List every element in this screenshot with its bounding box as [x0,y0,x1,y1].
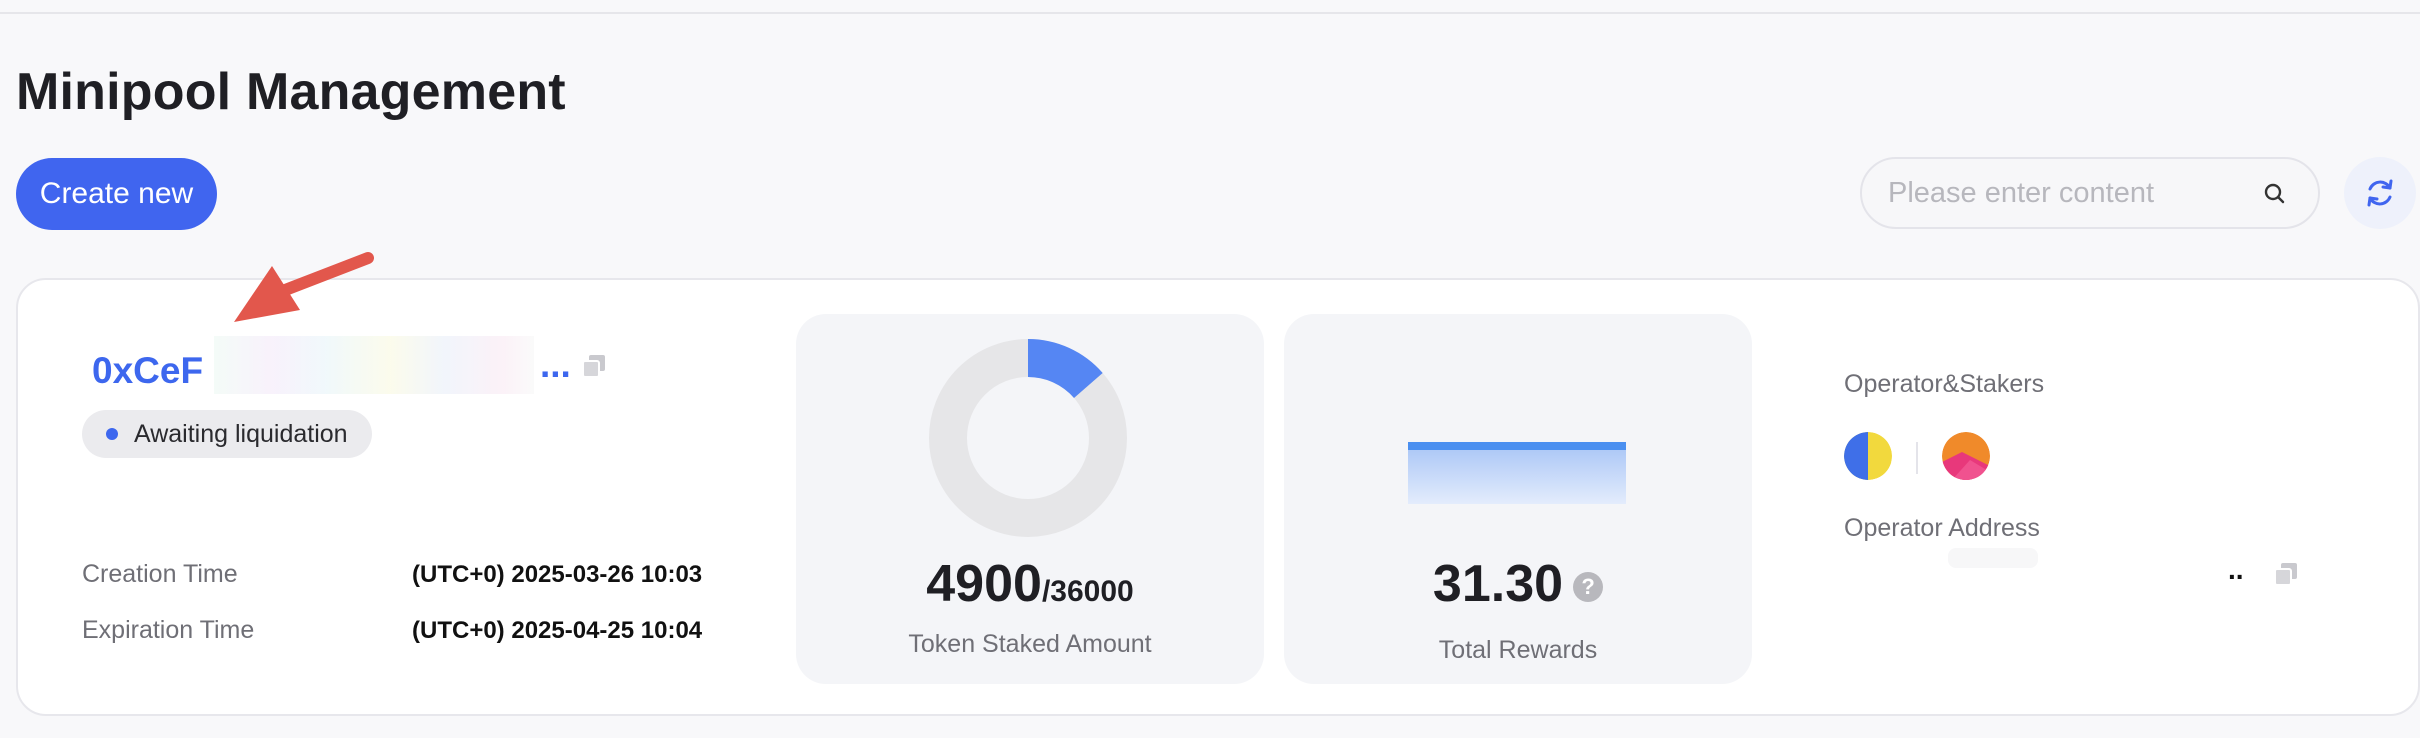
minipool-address[interactable]: 0xCeF [92,350,203,392]
operator-stakers-label: Operator&Stakers [1844,370,2045,398]
operator-address-ellipsis[interactable]: .. [2228,554,2244,586]
staked-amount-value: 4900 [926,555,1042,613]
operator-copy-icon[interactable] [2272,560,2300,588]
staked-label: Token Staked Amount [908,630,1152,658]
status-dot [106,428,118,440]
copy-icon[interactable] [580,352,608,380]
refresh-icon [2367,179,2393,207]
address-redaction [214,336,534,394]
creation-time-label: Creation Time [82,560,238,588]
staked-panel: 4900/36000 Token Staked Amount [796,314,1264,684]
search-box[interactable] [1860,157,2320,229]
avatar-divider [1916,442,1918,474]
create-new-button[interactable]: Create new [16,158,217,230]
expiration-time-value: (UTC+0) 2025-04-25 10:04 [412,617,703,644]
staker-avatar[interactable] [1942,432,1990,480]
rewards-bar-chart [1408,442,1626,504]
staked-amount-total: /36000 [1041,575,1134,608]
minipool-card: 0xCeF ... Awaiting liquidation Creation … [16,278,2420,716]
status-text: Awaiting liquidation [134,419,348,448]
operator-address-redaction [1948,548,2038,568]
creation-time-value: (UTC+0) 2025-03-26 10:03 [412,561,703,588]
refresh-button[interactable] [2344,157,2416,229]
rewards-label: Total Rewards [1438,636,1598,664]
operator-address-label: Operator Address [1844,514,2040,542]
rewards-panel: 31.30? Total Rewards [1284,314,1752,684]
annotation-arrow-icon [234,252,374,322]
help-icon[interactable]: ? [1573,572,1604,603]
page-title: Minipool Management [16,63,566,121]
rewards-amount: 31.30? [1284,554,1752,614]
operator-avatar[interactable] [1844,432,1892,480]
staked-amount: 4900/36000 [796,554,1264,614]
top-divider [0,12,2420,14]
rewards-value: 31.30 [1432,555,1564,613]
address-ellipsis[interactable]: ... [540,344,571,386]
expiration-time-label: Expiration Time [82,616,255,644]
search-icon[interactable] [2262,181,2288,207]
staked-donut-chart [929,339,1127,537]
search-input[interactable] [1886,175,2250,211]
status-badge: Awaiting liquidation [82,410,372,458]
staked-donut-arc [1027,339,1103,399]
